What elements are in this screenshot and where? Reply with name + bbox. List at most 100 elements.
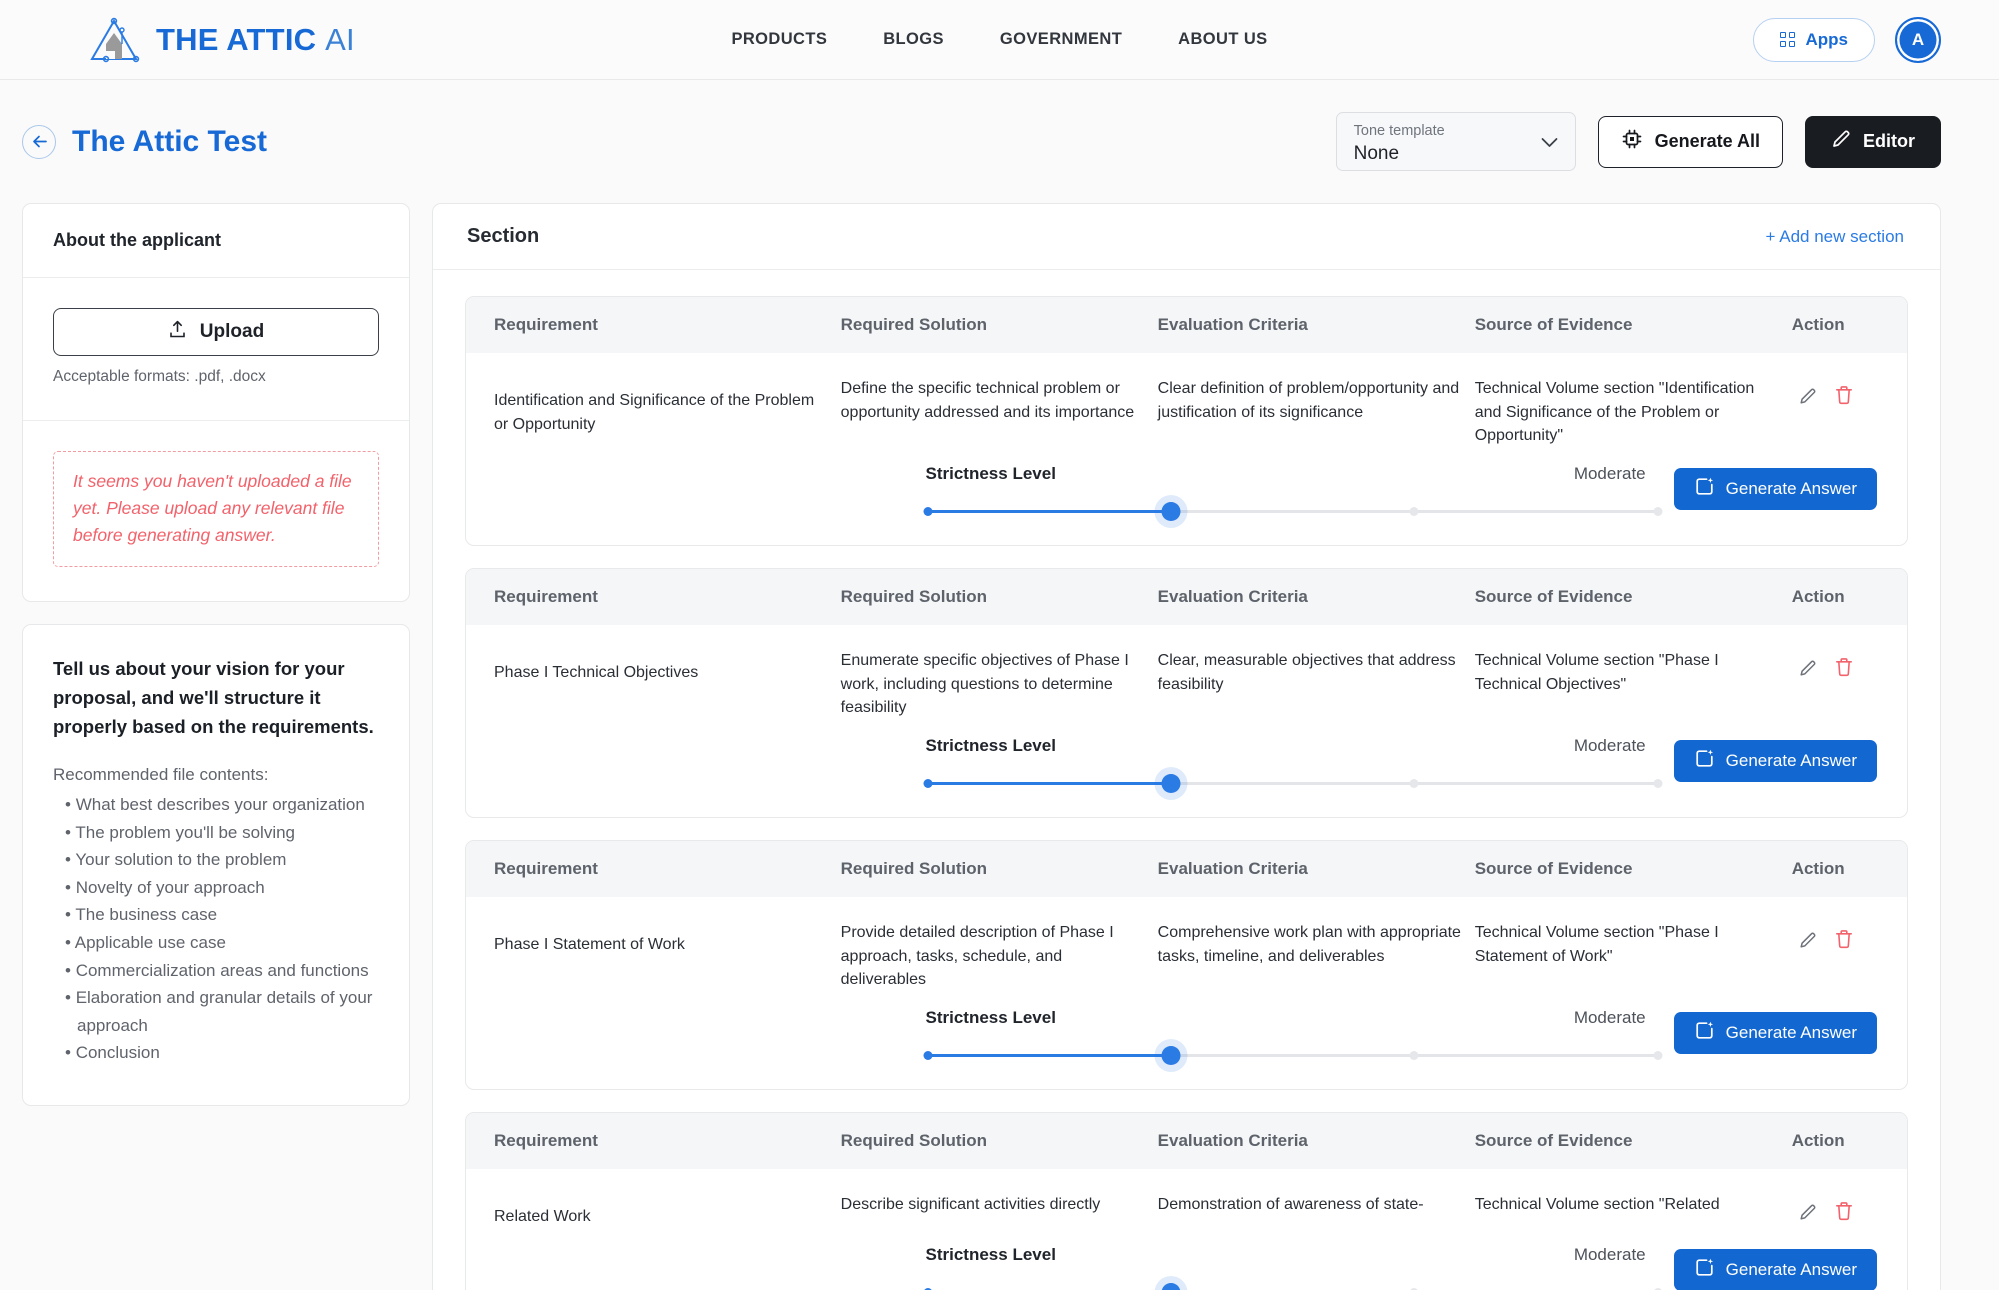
nav-right-group: Apps A (1752, 16, 1941, 63)
delete-row-button[interactable] (1828, 657, 1860, 681)
slider-mark[interactable] (1409, 1051, 1419, 1061)
column-header-requirement: Requirement (466, 569, 841, 626)
trash-icon (1836, 386, 1853, 405)
nav-link-products[interactable]: PRODUCTS (731, 30, 827, 49)
nav-link-about-us[interactable]: ABOUT US (1178, 30, 1267, 49)
column-header-required-solution: Required Solution (840, 1113, 1158, 1170)
brand-logo-group[interactable]: THE ATTIC AI (88, 17, 355, 63)
slider-track-fill (927, 1054, 1171, 1058)
column-header-required-solution: Required Solution (840, 569, 1158, 626)
attic-logo-icon (88, 17, 140, 63)
column-header-evaluation-criteria: Evaluation Criteria (1157, 1113, 1475, 1170)
column-header-source-of-evidence: Source of Evidence (1474, 1113, 1792, 1170)
requirement-table-head: Requirement Required Solution Evaluation… (466, 297, 1907, 353)
requirement-table: Requirement Required Solution Evaluation… (466, 569, 1907, 726)
cell-source-of-evidence: Technical Volume section "Phase I Techni… (1474, 652, 1719, 693)
slider-mark[interactable] (1653, 507, 1663, 517)
cell-evaluation-criteria: Demonstration of awareness of state- (1157, 1196, 1424, 1214)
column-header-requirement: Requirement (466, 297, 841, 353)
column-header-action: Action (1791, 1113, 1907, 1170)
editor-button[interactable]: Editor (1805, 115, 1941, 168)
generate-answer-label: Generate Answer (1725, 1023, 1857, 1043)
cell-action (1792, 625, 1907, 726)
chip-icon (1621, 128, 1643, 155)
slider-thumb[interactable] (1161, 1046, 1181, 1066)
strictness-level-label: Strictness Level (925, 736, 1056, 756)
slider-mark[interactable] (923, 507, 933, 517)
main-menu: PRODUCTS BLOGS GOVERNMENT ABOUT US (731, 30, 1267, 49)
cell-requirement: Identification and Significance of the P… (494, 392, 815, 433)
apps-button[interactable]: Apps (1752, 17, 1875, 62)
strictness-slider[interactable] (923, 1282, 1663, 1290)
nav-link-government[interactable]: GOVERNMENT (1000, 30, 1122, 49)
back-button[interactable] (22, 124, 56, 159)
trash-icon (1836, 1202, 1853, 1221)
requirement-card: Requirement Required Solution Evaluation… (465, 568, 1908, 819)
page-title: The Attic Test (72, 124, 268, 158)
slider-track-fill (927, 782, 1171, 786)
generate-all-label: Generate All (1654, 131, 1760, 151)
strictness-slider[interactable] (923, 774, 1663, 794)
table-row: Phase I Technical Objectives Enumerate s… (466, 625, 1907, 726)
upload-button[interactable]: Upload (53, 308, 379, 356)
slider-mark[interactable] (1409, 507, 1419, 517)
table-header-row: Requirement Required Solution Evaluation… (466, 1113, 1907, 1170)
about-applicant-title: About the applicant (53, 230, 221, 250)
list-item: Elaboration and granular details of your… (53, 984, 379, 1039)
requirement-table-head: Requirement Required Solution Evaluation… (466, 569, 1907, 626)
slider-mark[interactable] (1409, 779, 1419, 789)
pencil-icon (1800, 660, 1816, 676)
edit-row-button[interactable] (1792, 930, 1824, 953)
column-header-evaluation-criteria: Evaluation Criteria (1157, 297, 1475, 353)
column-header-evaluation-criteria: Evaluation Criteria (1157, 569, 1475, 626)
nav-link-blogs[interactable]: BLOGS (883, 30, 944, 49)
cell-requirement: Phase I Technical Objectives (494, 664, 699, 682)
pencil-icon (1831, 129, 1851, 154)
applicant-card: About the applicant Upload Acceptable fo… (22, 203, 410, 603)
edit-row-button[interactable] (1792, 1202, 1824, 1225)
strictness-control: Strictness Level Moderate (918, 736, 1674, 794)
slider-thumb[interactable] (1161, 1282, 1181, 1290)
strictness-slider[interactable] (923, 502, 1663, 522)
cell-action (1792, 353, 1907, 454)
slider-mark[interactable] (923, 1051, 933, 1061)
strictness-row: Strictness Level Moderate Generate Answe… (466, 454, 1907, 545)
vision-card: Tell us about your vision for your propo… (22, 624, 410, 1106)
upload-section: Upload Acceptable formats: .pdf, .docx (23, 278, 409, 421)
slider-mark[interactable] (1653, 1051, 1663, 1061)
delete-row-button[interactable] (1828, 929, 1860, 953)
delete-row-button[interactable] (1828, 385, 1860, 409)
column-header-action: Action (1791, 841, 1907, 898)
avatar[interactable]: A (1895, 16, 1941, 63)
edit-row-button[interactable] (1792, 386, 1824, 409)
slider-thumb[interactable] (1161, 502, 1181, 522)
requirement-table-body: Phase I Statement of Work Provide detail… (466, 897, 1907, 998)
requirement-card: Requirement Required Solution Evaluation… (465, 1112, 1908, 1290)
generate-answer-button[interactable]: Generate Answer (1673, 740, 1877, 783)
table-header-row: Requirement Required Solution Evaluation… (466, 841, 1907, 898)
pencil-icon (1800, 388, 1816, 404)
generate-answer-button[interactable]: Generate Answer (1673, 468, 1877, 511)
add-new-section-button[interactable]: + Add new section (1766, 227, 1904, 247)
requirement-table-body: Related Work Describe significant activi… (466, 1169, 1907, 1235)
strictness-level-value: Moderate (1573, 1008, 1646, 1028)
slider-mark[interactable] (923, 779, 933, 789)
column-header-source-of-evidence: Source of Evidence (1474, 569, 1792, 626)
tone-template-select[interactable]: Tone template None (1335, 112, 1576, 171)
generate-answer-button[interactable]: Generate Answer (1673, 1248, 1877, 1290)
generate-all-button[interactable]: Generate All (1597, 115, 1783, 168)
delete-row-button[interactable] (1828, 1201, 1860, 1225)
slider-thumb[interactable] (1161, 774, 1181, 794)
generate-answer-button[interactable]: Generate Answer (1673, 1012, 1877, 1055)
applicant-card-header: About the applicant (23, 204, 409, 278)
strictness-level-value: Moderate (1573, 1244, 1646, 1264)
slider-mark[interactable] (1653, 779, 1663, 789)
strictness-slider[interactable] (923, 1046, 1663, 1066)
section-title: Section (467, 225, 540, 247)
trash-icon (1836, 658, 1853, 677)
editor-label: Editor (1863, 131, 1915, 151)
edit-row-button[interactable] (1792, 658, 1824, 681)
table-row: Related Work Describe significant activi… (466, 1169, 1907, 1235)
column-header-action: Action (1791, 569, 1907, 626)
cell-required-solution: Define the specific technical problem or… (840, 380, 1135, 421)
